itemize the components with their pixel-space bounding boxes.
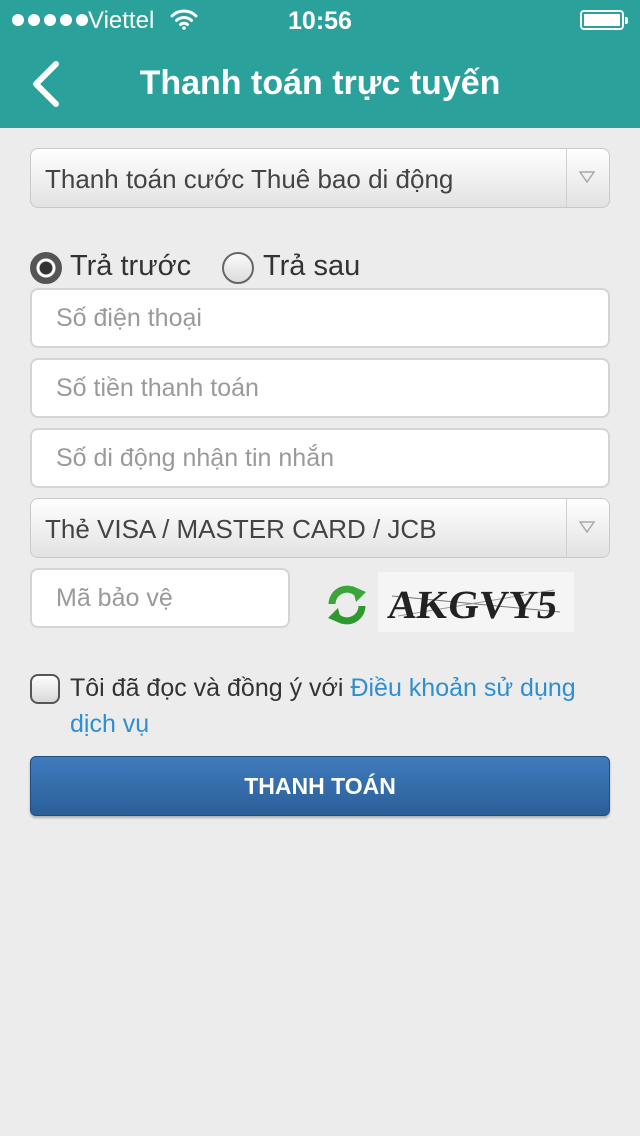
radio-prepaid[interactable] <box>30 252 62 284</box>
captcha-image: AKGVY5 <box>378 572 574 632</box>
terms-agree-label: Tôi đã đọc và đồng ý với <box>70 674 351 702</box>
phone-number-input[interactable] <box>30 288 610 348</box>
status-time: 10:56 <box>288 7 352 35</box>
status-bar: Viettel 10:56 <box>0 0 640 40</box>
radio-postpaid[interactable] <box>222 252 254 284</box>
sms-phone-input[interactable] <box>30 428 610 488</box>
radio-prepaid-label[interactable]: Trả trước <box>70 250 191 283</box>
header-bar: Viettel 10:56 Thanh toán trực tuyến <box>0 0 640 128</box>
chevron-down-icon <box>579 171 595 183</box>
submit-payment-button[interactable]: THANH TOÁN <box>30 756 610 816</box>
service-select-value: Thanh toán cước Thuê bao di động <box>45 164 454 194</box>
chevron-down-icon <box>579 521 595 533</box>
card-type-select[interactable]: Thẻ VISA / MASTER CARD / JCB <box>30 498 610 558</box>
radio-postpaid-label[interactable]: Trả sau <box>263 250 360 283</box>
captcha-text: AKGVY5 <box>386 582 560 627</box>
terms-checkbox[interactable] <box>30 674 60 704</box>
captcha-input[interactable] <box>30 568 290 628</box>
card-type-select-toggle[interactable] <box>566 499 609 557</box>
service-select[interactable]: Thanh toán cước Thuê bao di động <box>30 148 610 208</box>
amount-input[interactable] <box>30 358 610 418</box>
service-select-toggle[interactable] <box>566 149 609 207</box>
battery-icon <box>580 10 628 30</box>
page-title: Thanh toán trực tuyến <box>139 64 501 102</box>
card-type-select-value: Thẻ VISA / MASTER CARD / JCB <box>45 514 437 544</box>
refresh-captcha-icon[interactable] <box>324 582 370 628</box>
terms-text: Tôi đã đọc và đồng ý với Điều khoản sử d… <box>70 670 615 742</box>
